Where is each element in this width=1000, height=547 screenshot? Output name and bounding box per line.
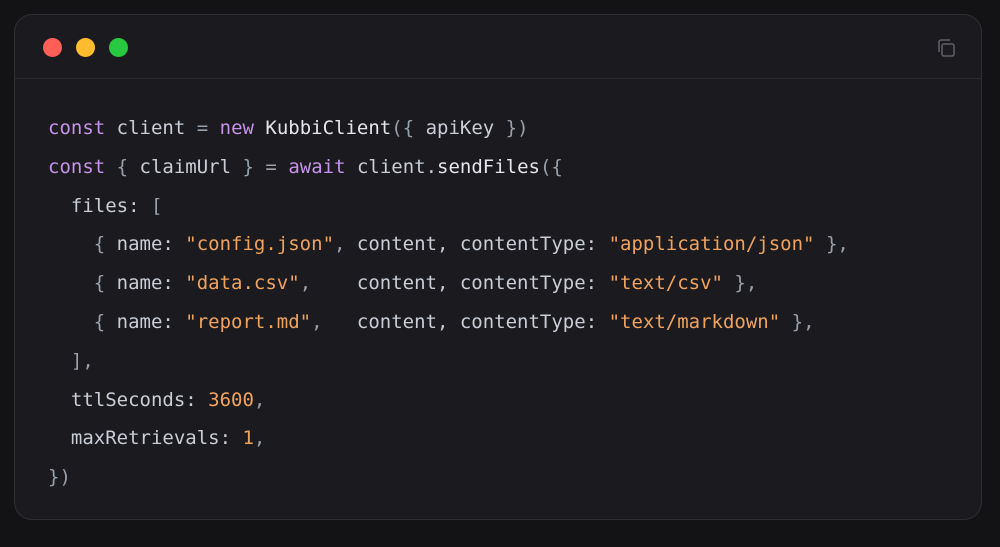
code-token: apiKey: [414, 117, 506, 139]
code-token: claimUrl: [128, 155, 243, 178]
code-line: }): [48, 458, 849, 497]
code-token: {: [116, 155, 129, 178]
code-token: },: [734, 272, 758, 295]
code-token: "text/csv": [608, 272, 723, 295]
code-token: await: [288, 155, 346, 178]
copy-icon[interactable]: [935, 37, 957, 59]
code-window: const client = new KubbiClient({ apiKey …: [14, 14, 982, 520]
code-token: new: [219, 117, 254, 139]
code-token: ,: [299, 272, 312, 295]
code-token: ,: [334, 233, 346, 256]
code-token: }): [48, 466, 71, 489]
code-token: ,: [311, 310, 323, 333]
window-titlebar: [15, 15, 981, 79]
code-line: const { claimUrl } = await client.sendFi…: [48, 148, 849, 187]
code-line: { name: "report.md", content, contentTyp…: [48, 303, 849, 342]
code-token: ,: [253, 427, 266, 450]
code-token: {: [93, 272, 106, 295]
code-token: ({: [539, 155, 563, 178]
code-line: { name: "data.csv", content, contentType…: [48, 264, 849, 303]
code-token: 3600: [208, 388, 254, 411]
code-token: content, contentType:: [311, 272, 609, 295]
maximize-window-button[interactable]: [109, 38, 128, 57]
code-token: name:: [105, 310, 186, 333]
code-line: files: [: [48, 187, 849, 226]
code-token: },: [791, 310, 815, 333]
minimize-window-button[interactable]: [76, 38, 95, 57]
code-token: =: [265, 155, 277, 178]
code-token: },: [825, 233, 849, 256]
code-token: 1: [242, 427, 254, 450]
code-token: KubbiClient: [265, 117, 392, 139]
code-token: const: [48, 155, 106, 178]
code-block[interactable]: const client = new KubbiClient({ apiKey …: [48, 109, 849, 497]
code-line: ttlSeconds: 3600,: [48, 381, 849, 420]
code-token: {: [93, 310, 106, 333]
code-line: ],: [48, 342, 849, 381]
code-token: const: [48, 117, 106, 139]
code-line: { name: "config.json", content, contentT…: [48, 225, 849, 264]
code-token: }): [505, 117, 529, 139]
code-token: sendFiles: [437, 155, 540, 178]
code-token: client.: [345, 155, 438, 178]
code-token: content, contentType:: [322, 310, 609, 333]
code-token: "text/markdown": [608, 310, 781, 333]
code-token: "report.md": [185, 310, 312, 333]
code-token: name:: [105, 272, 186, 295]
code-token: }: [242, 155, 254, 178]
code-token: files:: [48, 194, 151, 217]
code-token: ({: [391, 117, 415, 139]
close-window-button[interactable]: [43, 38, 62, 57]
code-token: ,: [253, 388, 266, 411]
code-line: maxRetrievals: 1,: [48, 419, 849, 458]
code-token: ],: [70, 349, 94, 372]
code-token: client: [105, 117, 197, 139]
code-token: =: [196, 117, 209, 139]
code-token: "config.json": [185, 233, 335, 256]
code-token: maxRetrievals:: [48, 427, 243, 450]
code-token: content, contentType:: [345, 233, 609, 256]
code-line: const client = new KubbiClient({ apiKey …: [48, 109, 849, 148]
code-token: "data.csv": [185, 272, 300, 295]
code-token: name:: [105, 233, 186, 256]
code-token: "application/json": [608, 233, 815, 256]
code-token: {: [93, 233, 106, 256]
code-token: ttlSeconds:: [48, 388, 209, 411]
code-token: [: [150, 194, 163, 217]
